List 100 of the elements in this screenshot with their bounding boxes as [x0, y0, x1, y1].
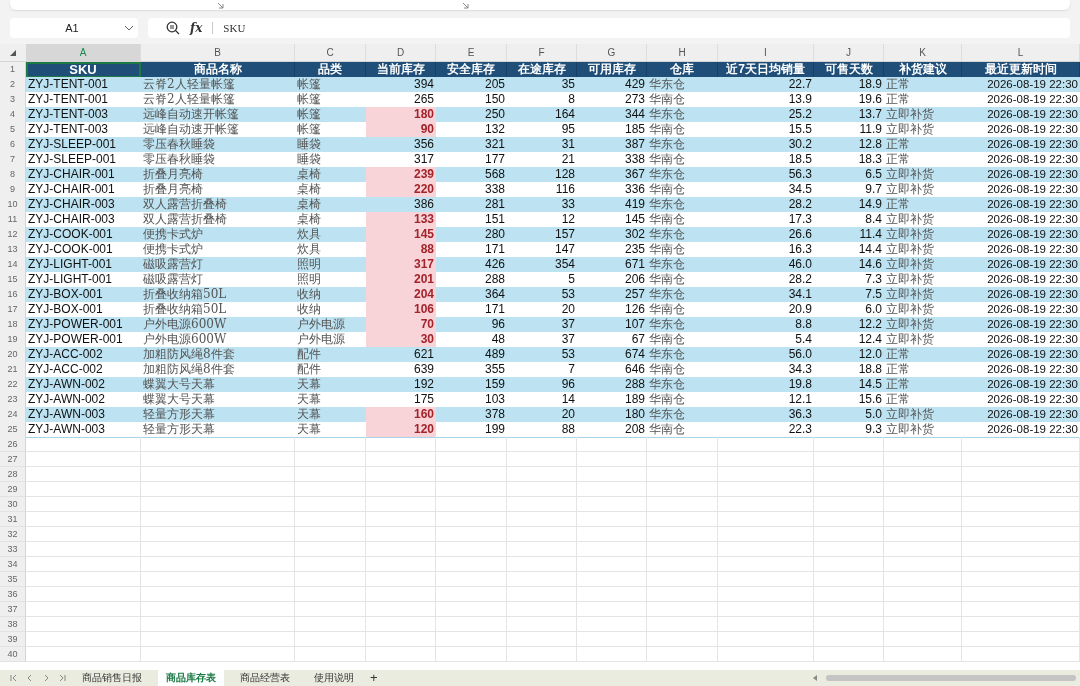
table-cell: 天幕: [295, 407, 366, 423]
select-all-icon[interactable]: [9, 48, 17, 57]
column-header[interactable]: K: [884, 44, 962, 61]
table-cell: 204: [366, 287, 436, 303]
table-cell: 53: [507, 287, 577, 303]
table-cell: 蝶翼大号天幕: [141, 392, 295, 408]
row-number[interactable]: 18: [0, 317, 26, 333]
row-number[interactable]: 24: [0, 407, 26, 423]
row-number[interactable]: 32: [0, 527, 26, 542]
table-cell: 2026-08-19 22:30: [962, 107, 1080, 123]
row-number[interactable]: 2: [0, 77, 26, 93]
table-cell: ZYJ-POWER-001: [26, 317, 141, 333]
column-header[interactable]: D: [366, 44, 436, 61]
column-header[interactable]: I: [718, 44, 814, 61]
row-number[interactable]: 4: [0, 107, 26, 123]
scroll-left-icon[interactable]: [812, 674, 818, 682]
row-number[interactable]: 40: [0, 647, 26, 662]
table-cell: 2026-08-19 22:30: [962, 227, 1080, 243]
column-header[interactable]: B: [141, 44, 295, 61]
table-cell: 帐篷: [295, 122, 366, 138]
row-number[interactable]: 14: [0, 257, 26, 273]
column-header[interactable]: H: [647, 44, 718, 61]
row-number[interactable]: 9: [0, 182, 26, 198]
header-cell: SKU: [26, 62, 141, 78]
row-number[interactable]: 36: [0, 587, 26, 602]
row-number[interactable]: 6: [0, 137, 26, 153]
column-header[interactable]: C: [295, 44, 366, 61]
row-number[interactable]: 27: [0, 452, 26, 467]
zoom-icon[interactable]: [166, 21, 180, 35]
table-cell: 华东仓: [647, 107, 718, 123]
sheet-tab[interactable]: 商品经营表: [232, 670, 298, 686]
row-number[interactable]: 22: [0, 377, 26, 393]
row-number[interactable]: 26: [0, 437, 26, 452]
table-cell: 30: [366, 332, 436, 348]
sheet-tab[interactable]: 使用说明: [306, 670, 362, 686]
row-number[interactable]: 16: [0, 287, 26, 303]
column-header[interactable]: J: [814, 44, 884, 61]
table-cell: 华东仓: [647, 287, 718, 303]
table-cell: 208: [577, 422, 647, 438]
row-number[interactable]: 33: [0, 542, 26, 557]
row-number[interactable]: 37: [0, 602, 26, 617]
column-header[interactable]: A: [26, 44, 141, 61]
row-number[interactable]: 8: [0, 167, 26, 183]
header-cell: 最近更新时间: [962, 62, 1080, 78]
column-header[interactable]: F: [507, 44, 577, 61]
row-number[interactable]: 15: [0, 272, 26, 288]
name-box[interactable]: A1: [10, 18, 138, 38]
previous-sheet-icon[interactable]: [26, 674, 34, 682]
table-cell: ZYJ-AWN-002: [26, 377, 141, 393]
column-header[interactable]: G: [577, 44, 647, 61]
row-number[interactable]: 20: [0, 347, 26, 363]
table-cell: 321: [436, 137, 507, 153]
empty-cell-grid[interactable]: [26, 437, 1080, 662]
sheet-tab[interactable]: 商品库存表: [158, 670, 224, 686]
column-header[interactable]: E: [436, 44, 507, 61]
row-number[interactable]: 10: [0, 197, 26, 213]
row-number[interactable]: 7: [0, 152, 26, 168]
row-number[interactable]: 30: [0, 497, 26, 512]
formula-field[interactable]: fx SKU: [148, 18, 1070, 38]
table-cell: 56.3: [718, 167, 814, 183]
first-sheet-icon[interactable]: [10, 674, 18, 682]
row-number[interactable]: 3: [0, 92, 26, 108]
last-sheet-icon[interactable]: [58, 674, 66, 682]
table-cell: 立即补货: [884, 302, 962, 318]
table-cell: 桌椅: [295, 197, 366, 213]
row-number[interactable]: 12: [0, 227, 26, 243]
column-header[interactable]: L: [962, 44, 1080, 61]
table-cell: 201: [366, 272, 436, 288]
row-number[interactable]: 39: [0, 632, 26, 647]
sheet-tab[interactable]: 商品销售日报: [74, 670, 150, 686]
row-number[interactable]: 25: [0, 422, 26, 438]
row-number[interactable]: 21: [0, 362, 26, 378]
table-cell: 12.0: [814, 347, 884, 363]
expand-icon[interactable]: [217, 2, 224, 9]
row-number[interactable]: 17: [0, 302, 26, 318]
table-cell: 426: [436, 257, 507, 273]
row-number[interactable]: 31: [0, 512, 26, 527]
scrollbar[interactable]: [826, 675, 1076, 681]
row-number[interactable]: 23: [0, 392, 26, 408]
row-number[interactable]: 35: [0, 572, 26, 587]
row-number[interactable]: 1: [0, 62, 26, 78]
expand-icon[interactable]: [462, 2, 469, 9]
row-number[interactable]: 38: [0, 617, 26, 632]
row-number[interactable]: 28: [0, 467, 26, 482]
function-label[interactable]: fx: [190, 21, 203, 35]
table-cell: 折叠收纳箱50L: [141, 287, 295, 303]
table-cell: 华东仓: [647, 377, 718, 393]
row-number[interactable]: 34: [0, 557, 26, 572]
row-number[interactable]: 11: [0, 212, 26, 228]
row-number[interactable]: 13: [0, 242, 26, 258]
row-number[interactable]: 29: [0, 482, 26, 497]
row-number[interactable]: 19: [0, 332, 26, 348]
table-cell: 13.7: [814, 107, 884, 123]
add-sheet-button[interactable]: +: [370, 670, 378, 686]
next-sheet-icon[interactable]: [42, 674, 50, 682]
row-number[interactable]: 5: [0, 122, 26, 138]
table-cell: ZYJ-CHAIR-003: [26, 197, 141, 213]
table-cell: 37: [507, 317, 577, 333]
table-cell: 2026-08-19 22:30: [962, 257, 1080, 273]
table-cell: 18.9: [814, 77, 884, 93]
